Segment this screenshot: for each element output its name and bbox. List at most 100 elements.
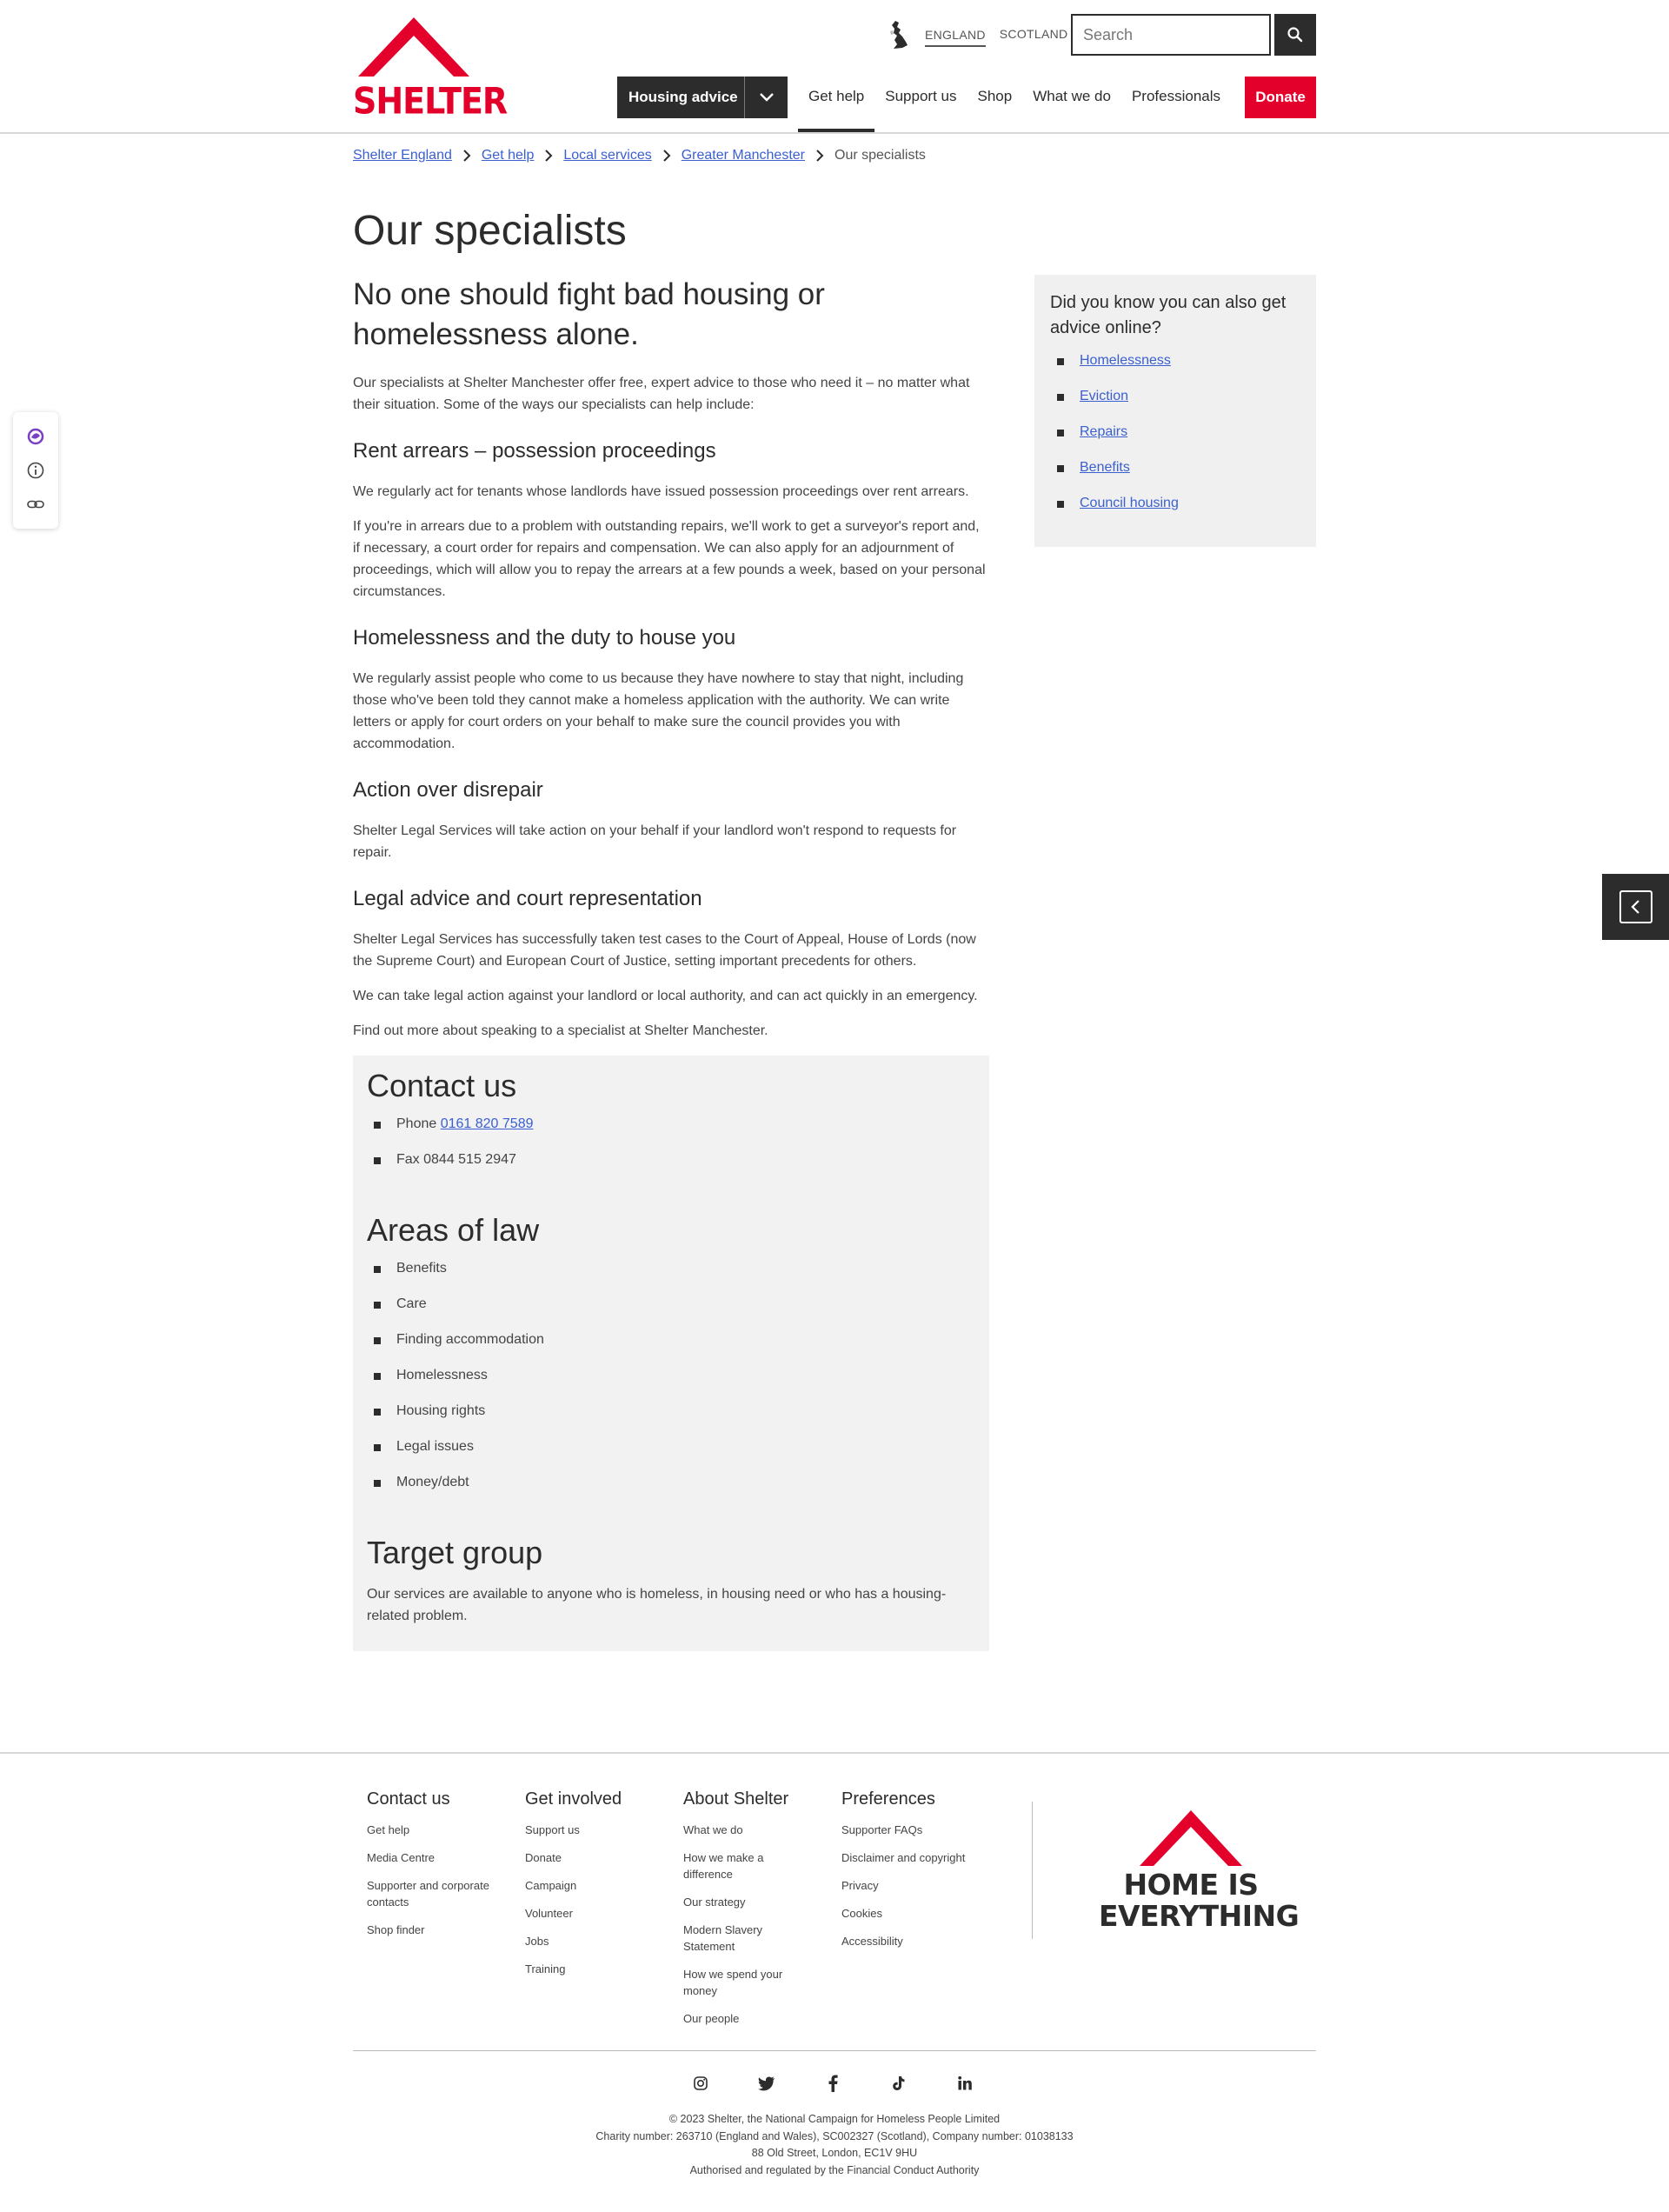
chevron-right-icon <box>544 150 553 162</box>
info-icon[interactable] <box>26 461 45 480</box>
nav-professionals[interactable]: Professionals <box>1121 77 1231 132</box>
breadcrumb-get-help[interactable]: Get help <box>482 148 534 163</box>
footer-link[interactable]: Cookies <box>841 1905 972 1922</box>
footer-link[interactable]: Media Centre <box>367 1849 497 1866</box>
uk-map-icon <box>890 21 908 49</box>
logo-line-1: HOME IS <box>1123 1868 1259 1902</box>
section-paragraph: If you're in arrears due to a problem wi… <box>353 519 986 599</box>
areas-heading: Areas of law <box>367 1212 540 1248</box>
footer-column-contact: Contact us Get help Media Centre Support… <box>367 1789 525 2038</box>
areas-list: Benefits Care Finding accommodation Home… <box>367 1261 975 1510</box>
shelter-logo[interactable]: SHELTER <box>353 12 508 122</box>
footer-link[interactable]: What we do <box>683 1822 814 1838</box>
sidebar-link-eviction[interactable]: Eviction <box>1080 389 1128 404</box>
twitter-icon[interactable] <box>751 2068 782 2099</box>
footer-link[interactable]: Supporter and corporate contacts <box>367 1877 497 1910</box>
breadcrumb-greater-manchester[interactable]: Greater Manchester <box>682 148 805 163</box>
sidebar-link-homelessness[interactable]: Homelessness <box>1080 353 1171 369</box>
intro-paragraph: Our specialists at Shelter Manchester of… <box>353 376 970 412</box>
target-heading: Target group <box>367 1535 543 1570</box>
footer-link[interactable]: Supporter FAQs <box>841 1822 972 1838</box>
search-input[interactable] <box>1071 14 1271 56</box>
page-title: Our specialists <box>353 208 627 254</box>
main-content: No one should fight bad housing or homel… <box>353 275 989 1651</box>
legal-line: Authorised and regulated by the Financia… <box>689 2163 980 2176</box>
nav-what-we-do[interactable]: What we do <box>1022 77 1121 132</box>
section-paragraph: Shelter Legal Services will take action … <box>353 823 957 860</box>
list-item: Eviction <box>1050 389 1300 424</box>
list-item: Repairs <box>1050 424 1300 460</box>
housing-advice-dropdown[interactable]: Housing advice <box>617 77 788 118</box>
side-panel-toggle[interactable] <box>1602 874 1669 940</box>
home-is-everything-logo: HOME IS EVERYTHING <box>1099 1805 1300 1932</box>
footer-link[interactable]: Get help <box>367 1822 497 1838</box>
link-icon[interactable] <box>26 495 45 514</box>
nav-get-help[interactable]: Get help <box>798 77 875 132</box>
footer-link[interactable]: Privacy <box>841 1877 972 1894</box>
section-paragraph: Shelter Legal Services has successfully … <box>353 932 976 969</box>
footer-link[interactable]: Volunteer <box>525 1905 655 1922</box>
footer-column-get-involved: Get involved Support us Donate Campaign … <box>525 1789 683 2038</box>
phone-link[interactable]: 0161 820 7589 <box>441 1116 534 1132</box>
service-info-box: Contact us Phone 0161 820 7589 Fax 0844 … <box>353 1056 989 1651</box>
footer-link[interactable]: Modern Slavery Statement <box>683 1922 814 1955</box>
sidebar-link-repairs[interactable]: Repairs <box>1080 424 1127 440</box>
area-item: Legal issues <box>396 1439 474 1454</box>
legal-line: Charity number: 263710 (England and Wale… <box>595 2129 1074 2142</box>
breadcrumb-current: Our specialists <box>834 148 926 163</box>
footer-link[interactable]: Our strategy <box>683 1894 814 1910</box>
contact-heading: Contact us <box>367 1068 517 1103</box>
phone-label: Phone <box>396 1116 437 1131</box>
list-item: Fax 0844 515 2947 <box>367 1152 975 1188</box>
footer-link[interactable]: Accessibility <box>841 1933 972 1949</box>
nav-support-us[interactable]: Support us <box>874 77 967 132</box>
section-paragraph: We regularly assist people who come to u… <box>353 671 964 751</box>
region-scotland-link[interactable]: SCOTLAND <box>1000 27 1068 44</box>
list-item: Phone 0161 820 7589 <box>367 1116 975 1152</box>
extension-logo-icon[interactable] <box>26 427 45 446</box>
lead-heading: No one should fight bad housing or homel… <box>353 277 825 351</box>
section-paragraph: We regularly act for tenants whose landl… <box>353 484 969 499</box>
region-england-link[interactable]: ENGLAND <box>925 28 986 47</box>
area-item: Homelessness <box>396 1368 488 1382</box>
footer-link[interactable]: Our people <box>683 2010 814 2027</box>
section-heading: Rent arrears – possession proceedings <box>353 439 716 463</box>
sidebar-links: Homelessness Eviction Repairs Benefits C… <box>1050 353 1300 531</box>
footer-link[interactable]: Disclaimer and copyright <box>841 1849 972 1866</box>
sidebar-link-benefits[interactable]: Benefits <box>1080 460 1130 476</box>
footer-link[interactable]: Shop finder <box>367 1922 497 1938</box>
breadcrumb-local-services[interactable]: Local services <box>563 148 651 163</box>
footer-column-about: About Shelter What we do How we make a d… <box>683 1789 841 2038</box>
nav-shop[interactable]: Shop <box>967 77 1023 132</box>
breadcrumb-shelter-england[interactable]: Shelter England <box>353 148 452 163</box>
area-item: Money/debt <box>396 1475 469 1489</box>
area-item: Care <box>396 1296 427 1311</box>
legal-line: © 2023 Shelter, the National Campaign fo… <box>668 2113 1001 2125</box>
logo-wordmark: SHELTER <box>353 80 508 123</box>
list-item: Housing rights <box>367 1403 975 1439</box>
list-item: Money/debt <box>367 1475 975 1510</box>
footer-column-title: Preferences <box>841 1789 935 1809</box>
footer-divider <box>1032 1802 1033 1939</box>
footer-link[interactable]: Training <box>525 1961 655 1977</box>
footer-link[interactable]: Jobs <box>525 1933 655 1949</box>
sidebar-link-council-housing[interactable]: Council housing <box>1080 496 1179 511</box>
main-nav: Get help Support us Shop What we do Prof… <box>798 77 1231 132</box>
instagram-icon[interactable] <box>685 2068 716 2099</box>
footer-link[interactable]: How we spend your money <box>683 1966 814 1999</box>
footer-column-title: Get involved <box>525 1789 622 1809</box>
search-button[interactable] <box>1274 14 1316 56</box>
facebook-icon[interactable] <box>817 2068 848 2099</box>
sidebar-title: Did you know you can also get advice onl… <box>1050 293 1287 337</box>
footer-link[interactable]: Support us <box>525 1822 655 1838</box>
area-item: Benefits <box>396 1261 447 1276</box>
tiktok-icon[interactable] <box>883 2068 914 2099</box>
footer-top-border <box>0 1752 1669 1754</box>
linkedin-icon[interactable] <box>949 2068 981 2099</box>
footer-link[interactable]: How we make a difference <box>683 1849 814 1882</box>
list-item: Homelessness <box>367 1368 975 1403</box>
footer-link[interactable]: Donate <box>525 1849 655 1866</box>
donate-button[interactable]: Donate <box>1245 77 1316 118</box>
footer-link[interactable]: Campaign <box>525 1877 655 1894</box>
list-item: Legal issues <box>367 1439 975 1475</box>
